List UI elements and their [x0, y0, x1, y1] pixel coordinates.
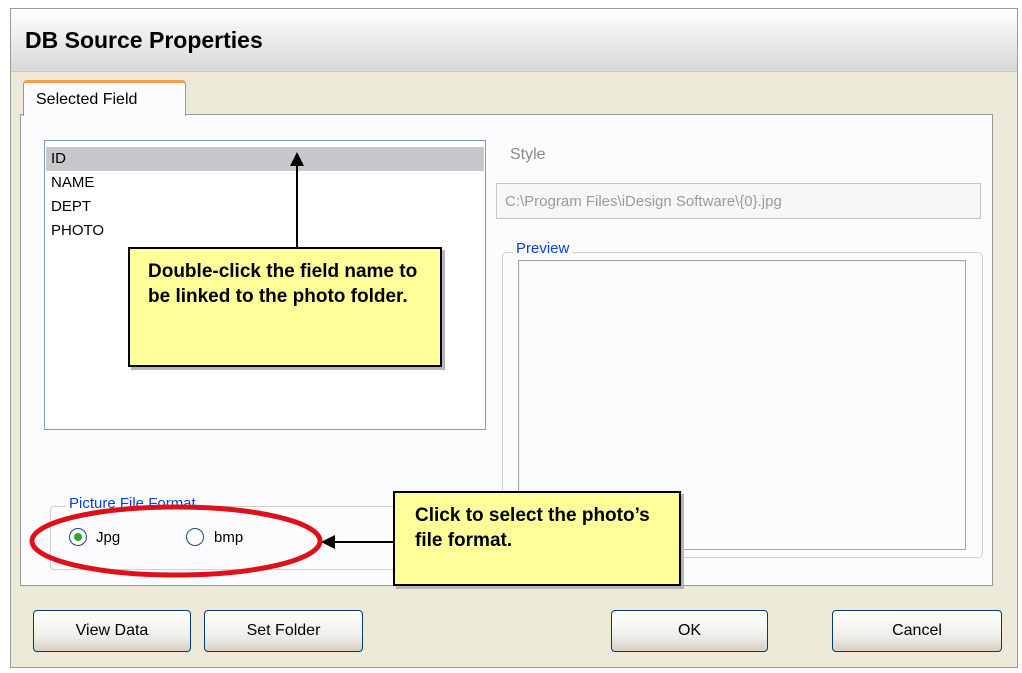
preview-label: Preview [513, 240, 573, 257]
view-data-button[interactable]: View Data [33, 610, 191, 652]
style-field[interactable]: C:\Program Files\iDesign Software\{0}.jp… [496, 183, 981, 219]
tab-label: Selected Field [36, 91, 138, 108]
format-tip-callout: Click to select the photo’s file format. [393, 491, 681, 586]
bmp-radio-label[interactable]: bmp [214, 529, 243, 546]
picture-format-label: Picture File Format [66, 495, 199, 512]
field-tip-callout: Double-click the field name to be linked… [128, 247, 442, 367]
cancel-button[interactable]: Cancel [832, 610, 1002, 652]
list-item-id[interactable]: ID [46, 147, 484, 171]
style-label: Style [510, 146, 546, 163]
list-item-dept[interactable]: DEPT [51, 195, 91, 219]
tab-selected-field[interactable]: Selected Field [23, 80, 186, 116]
bmp-radio[interactable] [186, 528, 204, 546]
set-folder-button[interactable]: Set Folder [204, 610, 363, 652]
style-value: C:\Program Files\iDesign Software\{0}.jp… [505, 193, 782, 210]
jpg-radio[interactable] [69, 528, 87, 546]
title-bar[interactable]: DB Source Properties [11, 9, 1017, 72]
list-item-name[interactable]: NAME [51, 171, 94, 195]
jpg-radio-label[interactable]: Jpg [96, 529, 120, 546]
window-title: DB Source Properties [25, 27, 263, 53]
list-item-photo[interactable]: PHOTO [51, 219, 104, 243]
ok-button[interactable]: OK [611, 610, 768, 652]
